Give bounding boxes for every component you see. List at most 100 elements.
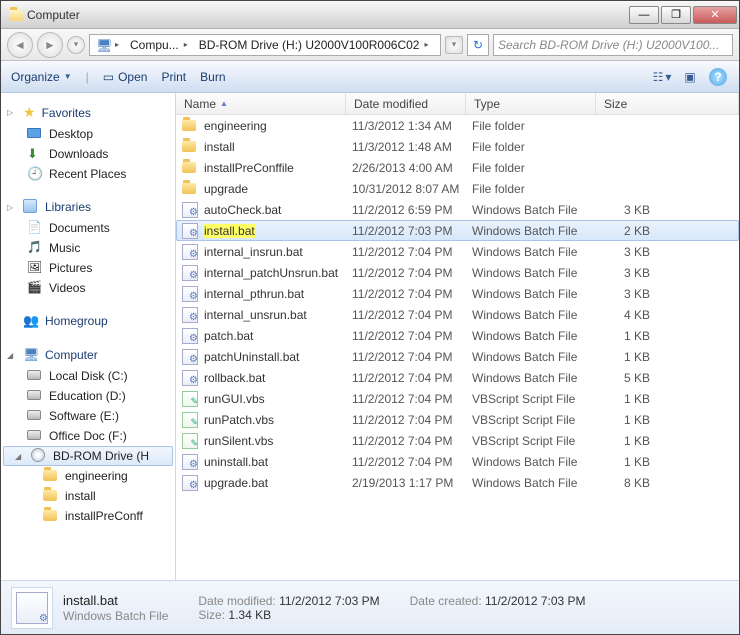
title-bar[interactable]: Computer — ❐ ✕ [1, 1, 739, 29]
breadcrumb-label: BD-ROM Drive (H:) U2000V100R006C02 [199, 38, 420, 52]
nav-desktop[interactable]: Desktop [3, 124, 173, 144]
nav-recent[interactable]: 🕘Recent Places [3, 164, 173, 184]
col-size[interactable]: Size [596, 93, 739, 114]
col-type[interactable]: Type [466, 93, 596, 114]
documents-icon: 📄 [27, 220, 43, 236]
drive-icon [27, 408, 43, 424]
file-row[interactable]: runGUI.vbs11/2/2012 7:04 PMVBScript Scri… [176, 388, 739, 409]
homegroup-header[interactable]: ▷👥Homegroup [3, 310, 173, 332]
file-type: File folder [472, 161, 602, 175]
file-name: engineering [204, 119, 352, 133]
star-icon: ★ [23, 104, 36, 121]
burn-button[interactable]: Burn [200, 70, 225, 84]
file-row[interactable]: installPreConffile2/26/2013 4:00 AMFile … [176, 157, 739, 178]
file-type: Windows Batch File [472, 287, 602, 301]
file-row[interactable]: rollback.bat11/2/2012 7:04 PMWindows Bat… [176, 367, 739, 388]
file-row[interactable]: install11/3/2012 1:48 AMFile folder [176, 136, 739, 157]
file-row[interactable]: engineering11/3/2012 1:34 AMFile folder [176, 115, 739, 136]
file-row[interactable]: upgrade.bat2/19/2013 1:17 PMWindows Batc… [176, 472, 739, 493]
print-button[interactable]: Print [161, 70, 186, 84]
navigation-pane[interactable]: ▷★Favorites Desktop ⬇Downloads 🕘Recent P… [1, 93, 176, 580]
file-date: 11/2/2012 7:03 PM [352, 224, 472, 238]
nav-documents[interactable]: 📄Documents [3, 218, 173, 238]
search-input[interactable]: Search BD-ROM Drive (H:) U2000V100... [493, 34, 733, 56]
file-row[interactable]: uninstall.bat11/2/2012 7:04 PMWindows Ba… [176, 451, 739, 472]
breadcrumb-item[interactable]: Compu...▸ [126, 38, 195, 52]
favorites-header[interactable]: ▷★Favorites [3, 101, 173, 124]
details-thumb [11, 587, 53, 629]
command-bar: Organize ▼ | ▭ Open Print Burn ☷ ▾ ▣ ? [1, 61, 739, 93]
file-type: Windows Batch File [472, 266, 602, 280]
file-date: 11/2/2012 7:04 PM [352, 308, 472, 322]
refresh-button[interactable]: ↻ [467, 34, 489, 56]
file-name: upgrade.bat [204, 476, 352, 490]
file-date: 11/3/2012 1:34 AM [352, 119, 472, 133]
breadcrumb-history[interactable]: ▾ [445, 36, 463, 54]
file-row[interactable]: internal_insrun.bat11/2/2012 7:04 PMWind… [176, 241, 739, 262]
downloads-icon: ⬇ [27, 146, 43, 162]
libraries-header[interactable]: ▷Libraries [3, 196, 173, 218]
back-button[interactable]: ◄ [7, 32, 33, 58]
computer-header[interactable]: ◢🖥Computer [3, 344, 173, 366]
file-type: VBScript Script File [472, 413, 602, 427]
preview-pane-button[interactable]: ▣ [679, 67, 701, 87]
bat-icon [182, 349, 198, 365]
col-name[interactable]: Name▲ [176, 93, 346, 114]
nav-drive-e[interactable]: Software (E:) [3, 406, 173, 426]
view-options-button[interactable]: ☷ ▾ [651, 67, 673, 87]
nav-drive-f[interactable]: Office Doc (F:) [3, 426, 173, 446]
breadcrumb[interactable]: 🖥▸ Compu...▸ BD-ROM Drive (H:) U2000V100… [89, 34, 441, 56]
file-row[interactable]: install.bat11/2/2012 7:03 PMWindows Batc… [176, 220, 739, 241]
help-button[interactable]: ? [707, 67, 729, 87]
file-row[interactable]: internal_patchUnsrun.bat11/2/2012 7:04 P… [176, 262, 739, 283]
nav-bdrom[interactable]: ◢BD-ROM Drive (H [3, 446, 173, 466]
file-row[interactable]: runPatch.vbs11/2/2012 7:04 PMVBScript Sc… [176, 409, 739, 430]
file-name: upgrade [204, 182, 352, 196]
file-name: internal_insrun.bat [204, 245, 352, 259]
file-row[interactable]: autoCheck.bat11/2/2012 6:59 PMWindows Ba… [176, 199, 739, 220]
bat-icon [16, 592, 48, 624]
breadcrumb-item[interactable]: BD-ROM Drive (H:) U2000V100R006C02▸ [195, 38, 436, 52]
file-type: Windows Batch File [472, 224, 602, 238]
forward-button[interactable]: ► [37, 32, 63, 58]
file-size: 1 KB [602, 434, 662, 448]
close-button[interactable]: ✕ [693, 6, 737, 24]
folder-icon [182, 160, 198, 176]
file-size: 1 KB [602, 350, 662, 364]
file-row[interactable]: patchUninstall.bat11/2/2012 7:04 PMWindo… [176, 346, 739, 367]
details-pane: install.bat Windows Batch File Date modi… [1, 580, 739, 634]
open-button[interactable]: ▭ Open [103, 70, 148, 84]
history-dropdown[interactable]: ▾ [67, 36, 85, 54]
nav-downloads[interactable]: ⬇Downloads [3, 144, 173, 164]
file-row[interactable]: runSilent.vbs11/2/2012 7:04 PMVBScript S… [176, 430, 739, 451]
minimize-button[interactable]: — [629, 6, 659, 24]
nav-bdrom-child[interactable]: engineering [3, 466, 173, 486]
file-row[interactable]: patch.bat11/2/2012 7:04 PMWindows Batch … [176, 325, 739, 346]
nav-drive-d[interactable]: Education (D:) [3, 386, 173, 406]
pictures-icon: 🖼 [27, 260, 43, 276]
nav-pictures[interactable]: 🖼Pictures [3, 258, 173, 278]
file-row[interactable]: internal_pthrun.bat11/2/2012 7:04 PMWind… [176, 283, 739, 304]
file-date: 11/2/2012 7:04 PM [352, 392, 472, 406]
col-date[interactable]: Date modified [346, 93, 466, 114]
file-list[interactable]: engineering11/3/2012 1:34 AMFile folderi… [176, 115, 739, 580]
file-date: 11/2/2012 7:04 PM [352, 455, 472, 469]
organize-button[interactable]: Organize ▼ [11, 70, 72, 84]
nav-videos[interactable]: 🎬Videos [3, 278, 173, 298]
file-name: install [204, 140, 352, 154]
recent-icon: 🕘 [27, 166, 43, 182]
breadcrumb-root[interactable]: 🖥▸ [92, 38, 126, 52]
file-row[interactable]: internal_unsrun.bat11/2/2012 7:04 PMWind… [176, 304, 739, 325]
file-name: patch.bat [204, 329, 352, 343]
file-row[interactable]: upgrade10/31/2012 8:07 AMFile folder [176, 178, 739, 199]
window-icon [9, 8, 23, 22]
bat-icon [182, 244, 198, 260]
nav-music[interactable]: 🎵Music [3, 238, 173, 258]
maximize-button[interactable]: ❐ [661, 6, 691, 24]
file-type: Windows Batch File [472, 203, 602, 217]
nav-local-c[interactable]: Local Disk (C:) [3, 366, 173, 386]
nav-bdrom-child[interactable]: installPreConff [3, 506, 173, 526]
window-title: Computer [27, 8, 80, 22]
file-name: internal_pthrun.bat [204, 287, 352, 301]
nav-bdrom-child[interactable]: install [3, 486, 173, 506]
